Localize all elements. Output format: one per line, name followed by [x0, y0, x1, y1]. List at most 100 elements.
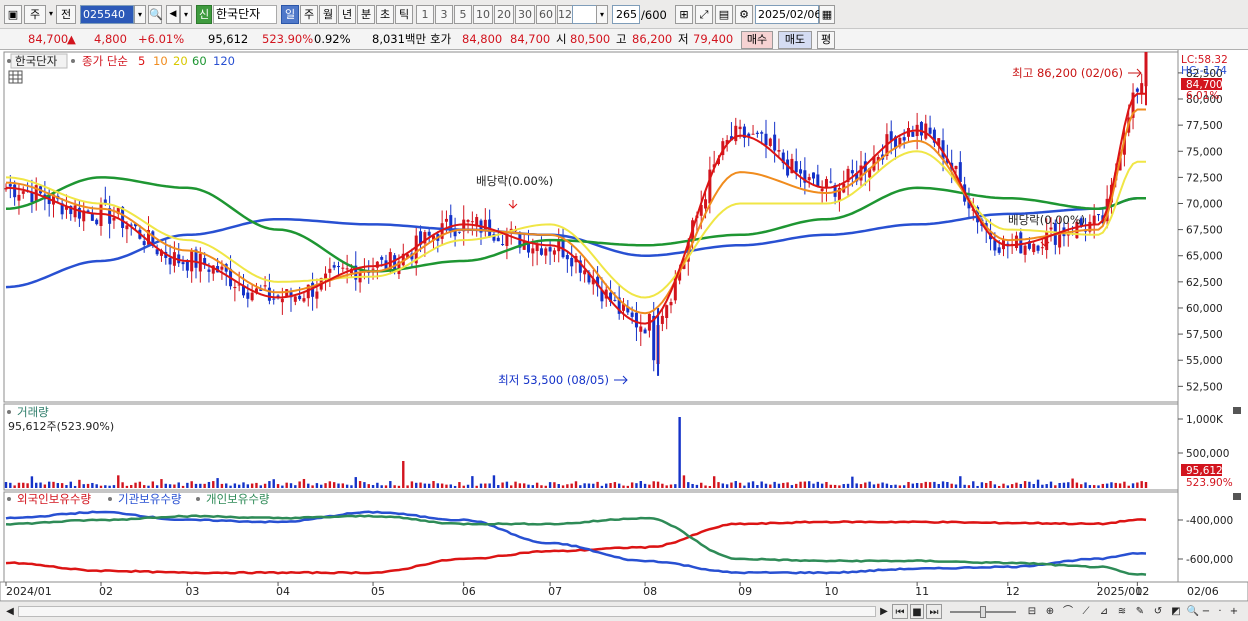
holders-panel-close-icon[interactable]	[1233, 493, 1241, 500]
x-axis-label: 06	[462, 585, 476, 598]
period-button-3[interactable]: 년	[338, 5, 356, 24]
zoom-out-icon[interactable]: −	[1200, 604, 1212, 619]
candle-body	[669, 302, 673, 306]
volume-bar	[212, 481, 215, 488]
line-tool-icon[interactable]: ⤢	[695, 5, 713, 24]
zoom-out-search-icon[interactable]: 🔍	[1186, 604, 1200, 619]
volume-bar	[389, 481, 392, 488]
volume-bar	[725, 484, 729, 488]
trendline-icon[interactable]: ⟋	[1078, 604, 1094, 619]
crosshair-icon[interactable]: ⊕	[1042, 604, 1058, 619]
sell-button[interactable]: 매도	[778, 31, 812, 49]
volume-bar	[1105, 483, 1109, 488]
volume-bar	[825, 481, 828, 488]
table-toggle-icon[interactable]	[8, 70, 23, 84]
volume-bar	[1097, 485, 1100, 488]
history-dropdown-icon[interactable]: ▾	[180, 5, 192, 24]
code-dropdown-icon[interactable]: ▾	[134, 5, 146, 24]
date-input[interactable]: 2025/02/06	[755, 5, 821, 24]
volume-bar	[1006, 485, 1010, 488]
first-page-icon[interactable]: ⏮	[892, 604, 908, 619]
prev-stock-icon[interactable]: ◀	[166, 5, 180, 24]
market-dropdown-icon[interactable]: ▾	[48, 5, 54, 24]
ruler-icon[interactable]: ⊿	[1096, 604, 1112, 619]
zoom-in-icon[interactable]: +	[1228, 604, 1240, 619]
volume-bar	[544, 485, 547, 488]
candle-body	[345, 268, 349, 270]
stock-code-input[interactable]: 025540	[80, 5, 134, 24]
note-icon[interactable]: ✎	[1132, 604, 1148, 619]
volume-value: 95,612	[208, 32, 249, 46]
candle-body	[660, 315, 664, 324]
gear-icon[interactable]: ⚙	[735, 5, 753, 24]
price-tick-label: 52,500	[1186, 381, 1223, 393]
minute-dropdown-icon[interactable]: ▾	[596, 5, 608, 24]
market-select[interactable]: 주	[24, 5, 46, 24]
volume-bar	[26, 483, 29, 488]
average-button[interactable]: 평	[817, 31, 835, 49]
scroll-right-icon[interactable]: ▶	[878, 604, 890, 619]
volume-bar	[95, 484, 98, 488]
period-button-2[interactable]: 월	[319, 5, 337, 24]
minute-button-5[interactable]: 5	[454, 5, 472, 24]
cycle-icon[interactable]: ↺	[1150, 604, 1166, 619]
magnet-icon[interactable]: ⌒	[1060, 604, 1076, 619]
calendar-icon[interactable]: ▦	[819, 5, 835, 24]
minute-button-30[interactable]: 30	[515, 5, 535, 24]
search-icon[interactable]: 🔍	[148, 5, 163, 24]
candle-body	[755, 132, 759, 134]
zoom-slider-handle[interactable]	[980, 606, 986, 618]
shape-icon[interactable]: ◩	[1168, 604, 1184, 619]
volume-bar	[820, 483, 824, 488]
period-button-5[interactable]: 초	[376, 5, 394, 24]
volume-bar	[1110, 482, 1113, 488]
volume-bar	[1015, 482, 1018, 488]
volume-bar	[259, 485, 262, 488]
minute-button-60[interactable]: 60	[536, 5, 556, 24]
volume-bar	[967, 485, 971, 488]
volume-bar	[449, 484, 452, 488]
volume-bar	[78, 479, 81, 488]
price-tick-label: 62,500	[1186, 277, 1223, 289]
volume-panel-close-icon[interactable]	[1233, 407, 1241, 414]
window-menu-icon[interactable]: ▣	[4, 5, 22, 24]
last-page-icon[interactable]: ⏭	[926, 604, 942, 619]
volume-bar	[488, 483, 491, 488]
minute-button-20[interactable]: 20	[494, 5, 514, 24]
chart-area[interactable]: 82,50080,00077,50075,00072,50070,00067,5…	[0, 50, 1248, 601]
candle-body	[539, 248, 543, 255]
minute-button-3[interactable]: 3	[435, 5, 453, 24]
volume-bar	[47, 481, 51, 488]
count-input[interactable]: 265	[612, 5, 640, 24]
volume-bar	[505, 481, 509, 488]
minute-button-10[interactable]: 10	[473, 5, 493, 24]
chart-type-icon[interactable]: ⊟	[1024, 604, 1040, 619]
scroll-left-icon[interactable]: ◀	[4, 604, 16, 619]
buy-button[interactable]: 매수	[741, 31, 773, 49]
market2-select[interactable]: 전	[56, 5, 76, 24]
candle-type-icon[interactable]: ⊞	[675, 5, 693, 24]
candle-body	[643, 329, 647, 334]
volume-bar	[1028, 481, 1031, 488]
period-button-0[interactable]: 일	[281, 5, 299, 24]
candle-body	[1140, 83, 1144, 94]
volume-bar	[924, 481, 927, 488]
period-button-6[interactable]: 틱	[395, 5, 413, 24]
reset-zoom-icon[interactable]: ·	[1214, 604, 1226, 619]
candle-body	[652, 315, 656, 361]
x-axis-label: 08	[643, 585, 657, 598]
period-button-4[interactable]: 분	[357, 5, 375, 24]
stop-icon[interactable]: ■	[910, 604, 924, 619]
horizontal-scrollbar[interactable]	[18, 606, 876, 617]
period-button-1[interactable]: 주	[300, 5, 318, 24]
volume-bar	[937, 483, 940, 488]
fibonacci-icon[interactable]: ≋	[1114, 604, 1130, 619]
x-axis-label: 10	[824, 585, 838, 598]
current-volume-tag-text: 95,612	[1186, 465, 1223, 477]
volume-bar	[440, 483, 444, 488]
candle-body	[328, 268, 332, 273]
bidask-label: 호가	[430, 32, 452, 46]
minute-button-1[interactable]: 1	[416, 5, 434, 24]
save-icon[interactable]: ▤	[715, 5, 733, 24]
legend-dot-icon	[7, 497, 11, 501]
